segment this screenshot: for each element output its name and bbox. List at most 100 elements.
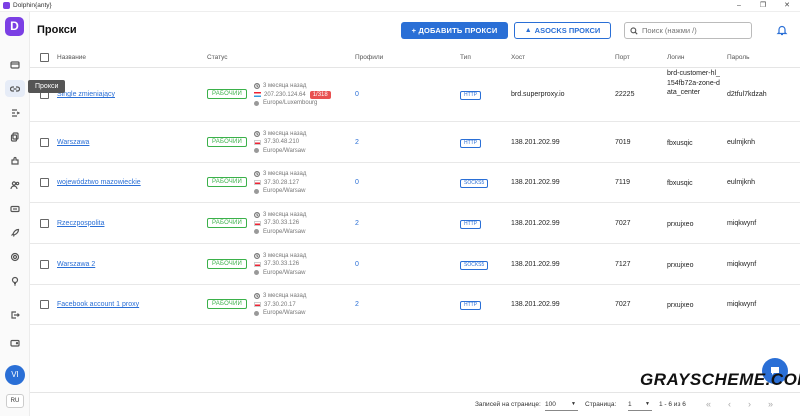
search-input[interactable] [642, 26, 747, 35]
check-time: 3 месяца назад [263, 252, 307, 259]
status-badge: РАБОЧИЙ [207, 258, 248, 269]
asocks-label: ASOCKS ПРОКСИ [534, 26, 601, 35]
maximize-button[interactable]: ❐ [751, 0, 775, 12]
sidebar-item-api[interactable] [5, 200, 25, 217]
sidebar-item-templates[interactable] [5, 128, 25, 145]
timezone-icon [254, 229, 259, 235]
proxy-name-link[interactable]: Warszawa 2 [57, 261, 95, 268]
row-checkbox[interactable] [40, 300, 49, 309]
language-switch[interactable]: RU [6, 394, 24, 408]
proxy-name-link[interactable]: Single zmieniający [57, 91, 115, 98]
profiles-count-link[interactable]: 0 [355, 91, 359, 98]
table-row[interactable]: Facebook account 1 proxy РАБОЧИЙ 3 месяц… [30, 285, 800, 325]
sidebar-item-logout[interactable] [5, 306, 25, 323]
sidebar-item-proxy[interactable] [5, 80, 25, 97]
profiles-count-link[interactable]: 2 [355, 220, 359, 227]
proxy-name-link[interactable]: Warszawa [57, 139, 89, 146]
per-page-select[interactable]: 100 ▼ [545, 396, 578, 411]
select-all-checkbox[interactable] [40, 53, 49, 62]
table-row[interactable]: Single zmieniający РАБОЧИЙ 3 месяца наза… [30, 68, 800, 122]
sidebar-item-browsers[interactable] [5, 56, 25, 73]
asocks-icon: ▲ [524, 27, 532, 34]
close-button[interactable]: ✕ [775, 0, 799, 12]
proxy-type-badge: HTTP [460, 138, 482, 148]
sidebar-item-automation[interactable] [5, 104, 25, 121]
country-flag-icon [254, 92, 261, 98]
proxy-check-info: 3 месяца назад 37.30.48.210 Europe/Warsa… [253, 130, 306, 156]
asocks-proxy-button[interactable]: ▲ ASOCKS ПРОКСИ [514, 22, 611, 39]
proxy-check-info: 3 месяца назад 207.230.124.64 1/318 Europ… [253, 82, 331, 108]
proxy-name-link[interactable]: województwo mazowieckie [57, 179, 141, 186]
row-checkbox[interactable] [40, 178, 49, 187]
proxy-host: 138.201.202.99 [511, 219, 560, 227]
profiles-count-link[interactable]: 0 [355, 179, 359, 186]
table-row[interactable]: Warszawa РАБОЧИЙ 3 месяца назад 37.30.48… [30, 122, 800, 163]
first-page-icon[interactable]: « [706, 399, 711, 409]
last-page-icon[interactable]: » [768, 399, 773, 409]
proxy-port: 22225 [615, 91, 635, 98]
column-header-port[interactable]: Порт [615, 54, 630, 61]
add-proxy-button[interactable]: + ДОБАВИТЬ ПРОКСИ [401, 22, 508, 39]
table-row[interactable]: Warszawa 2 РАБОЧИЙ 3 месяца назад 37.30.… [30, 244, 800, 285]
column-header-type[interactable]: Тип [460, 54, 471, 61]
timezone: Europe/Luxembourg [263, 100, 318, 106]
pagination-bar: Записей на странице: 100 ▼ Страница: 1 ▼ 1… [30, 392, 800, 416]
column-header-login[interactable]: Логин [667, 54, 684, 61]
sidebar-item-users[interactable] [5, 176, 25, 193]
table-row[interactable]: Rzeczpospolita РАБОЧИЙ 3 месяца назад 37… [30, 203, 800, 244]
rocket-icon [11, 228, 20, 237]
sidebar-item-tips[interactable] [5, 272, 25, 289]
timezone: Europe/Warsaw [263, 147, 306, 154]
history-icon [253, 171, 261, 178]
timezone: Europe/Warsaw [263, 228, 306, 235]
proxy-port: 7127 [615, 260, 631, 268]
app-logo[interactable]: D [5, 17, 24, 36]
proxy-name-link[interactable]: Facebook account 1 proxy [57, 301, 139, 308]
profiles-count-link[interactable]: 0 [355, 261, 359, 268]
row-checkbox[interactable] [40, 218, 49, 228]
proxy-login: prxujxeo [667, 220, 694, 228]
row-checkbox[interactable] [40, 259, 49, 269]
proxy-port: 7119 [615, 179, 631, 186]
status-badge: РАБОЧИЙ [207, 89, 248, 99]
chevron-down-icon: ▼ [645, 401, 650, 407]
column-header-profiles[interactable]: Профили [355, 54, 383, 61]
wallet-icon [10, 339, 20, 347]
proxy-host: 138.201.202.99 [511, 301, 560, 308]
history-icon [253, 293, 261, 300]
pagination-range: 1 - 6 из 6 [659, 401, 686, 408]
external-ip: 37.30.33.126 [264, 261, 300, 267]
proxy-host: 138.201.202.99 [511, 138, 560, 146]
sidebar-item-extensions[interactable] [5, 152, 25, 169]
history-icon [253, 130, 261, 137]
column-header-status[interactable]: Статус [207, 54, 228, 61]
prev-page-icon[interactable]: ‹ [728, 399, 731, 409]
sidebar-item-settings[interactable] [5, 248, 25, 265]
status-badge: РАБОЧИЙ [207, 177, 248, 187]
sidebar-item-launch[interactable] [5, 224, 25, 241]
row-checkbox[interactable] [40, 137, 49, 147]
proxy-type-badge: HTTP [460, 91, 482, 100]
page-select[interactable]: 1 ▼ [628, 396, 652, 411]
column-header-name[interactable]: Название [57, 54, 86, 61]
minimize-button[interactable]: – [727, 0, 751, 12]
history-icon [253, 83, 261, 90]
avatar[interactable]: VI [5, 365, 25, 385]
proxy-name-link[interactable]: Rzeczpospolita [57, 220, 104, 227]
sidebar-item-wallet[interactable] [5, 334, 25, 351]
next-page-icon[interactable]: › [748, 399, 751, 409]
table-row[interactable]: województwo mazowieckie РАБОЧИЙ 3 месяца… [30, 163, 800, 203]
timezone-icon [254, 100, 259, 106]
status-badge: РАБОЧИЙ [207, 136, 248, 147]
country-flag-icon [254, 302, 261, 308]
window-titlebar: Dolphin{anty} – ❐ ✕ [0, 0, 800, 12]
column-header-password[interactable]: Пароль [727, 54, 750, 61]
column-header-host[interactable]: Хост [511, 54, 525, 61]
watermark: GRAYSCHEME.COM [640, 370, 800, 389]
ip-change-badge: 1/318 [309, 90, 331, 99]
proxy-password: eulmjknh [727, 179, 756, 186]
profiles-count-link[interactable]: 2 [355, 139, 359, 146]
profiles-count-link[interactable]: 2 [355, 301, 359, 308]
notifications-button[interactable] [776, 24, 788, 36]
search-box[interactable] [624, 22, 752, 39]
